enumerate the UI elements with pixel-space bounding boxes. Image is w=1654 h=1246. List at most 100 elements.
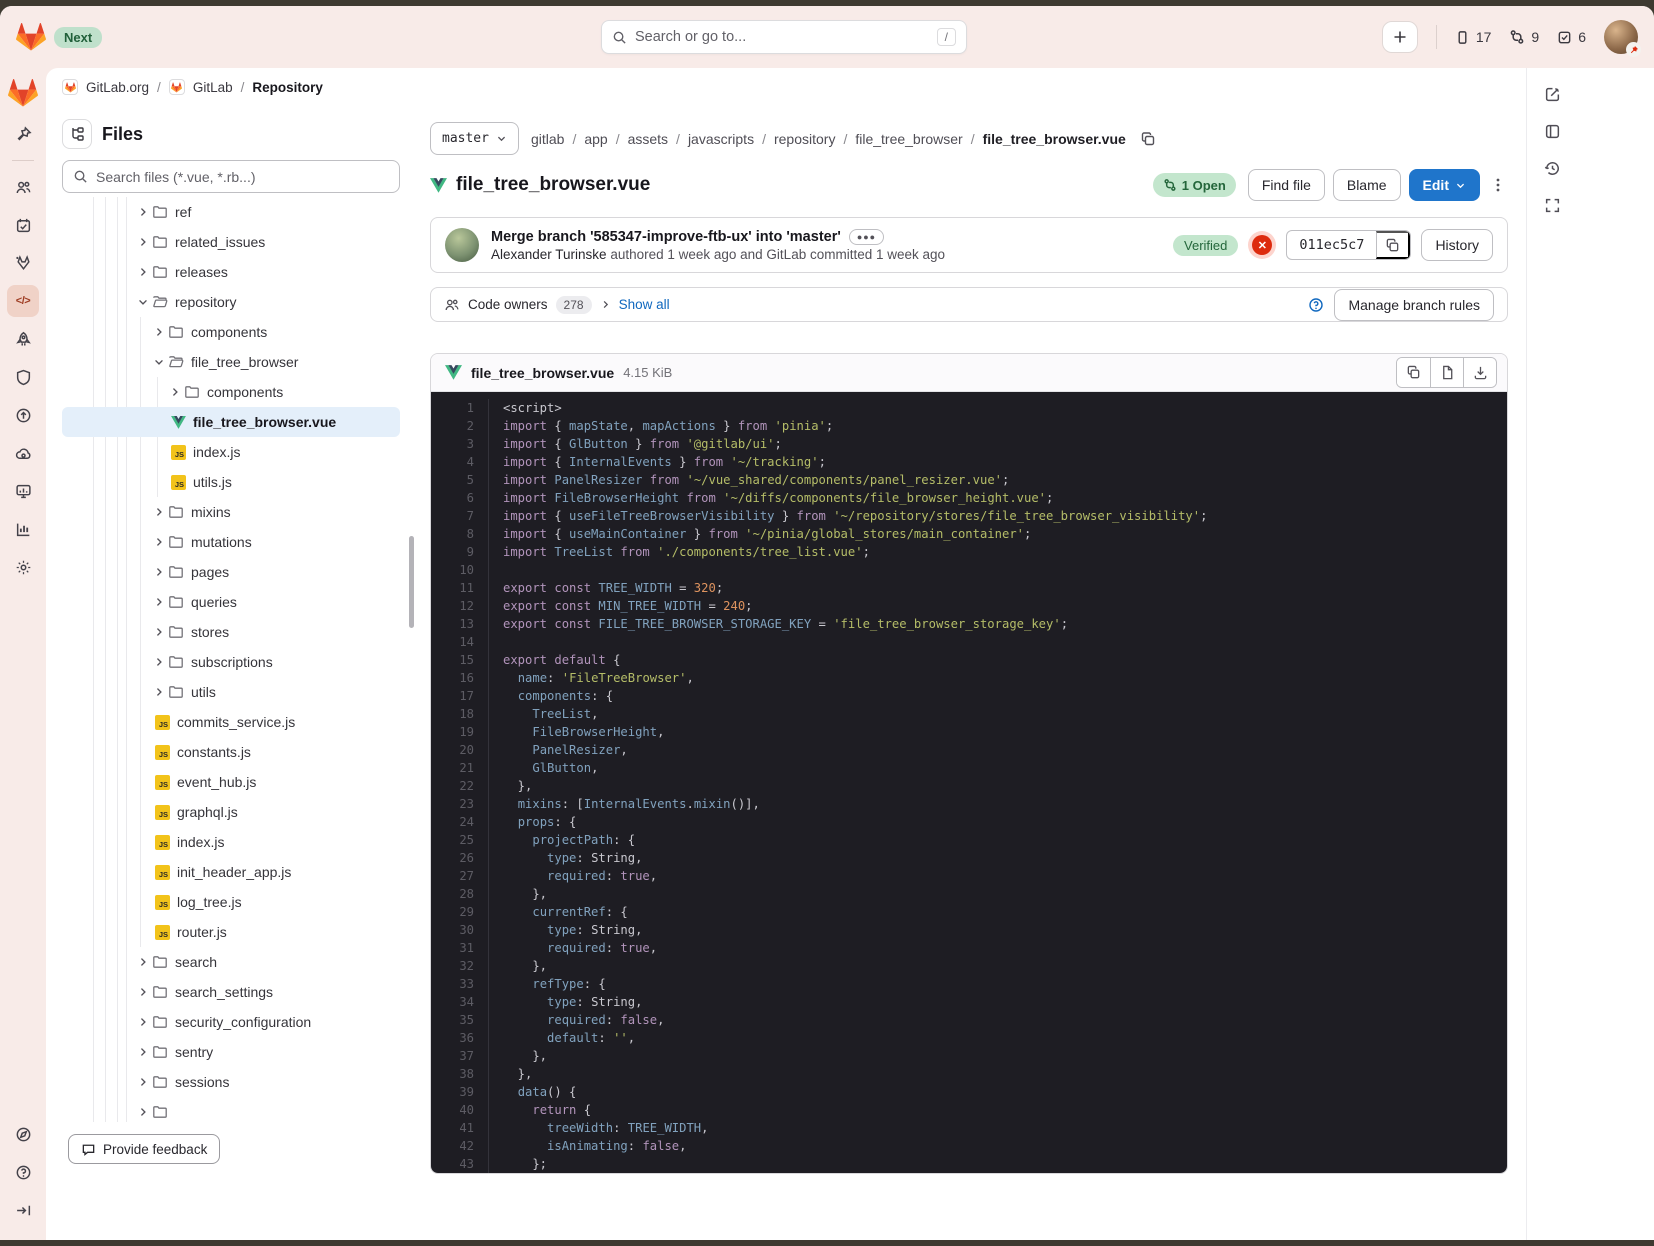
tree-item-repository[interactable]: repository: [62, 287, 400, 317]
tree-item-sentry[interactable]: sentry: [62, 1037, 400, 1067]
line-number[interactable]: 38: [431, 1065, 489, 1083]
blame-button[interactable]: Blame: [1333, 169, 1401, 201]
create-new-button[interactable]: [1382, 21, 1418, 53]
analyze-chart-icon[interactable]: [7, 513, 39, 545]
line-number[interactable]: 11: [431, 579, 489, 597]
plan-calendar-icon[interactable]: [7, 209, 39, 241]
line-number[interactable]: 36: [431, 1029, 489, 1047]
global-search-input[interactable]: [635, 29, 929, 45]
line-number[interactable]: 22: [431, 777, 489, 795]
tree-item-sessions[interactable]: sessions: [62, 1067, 400, 1097]
line-number[interactable]: 17: [431, 687, 489, 705]
line-number[interactable]: 34: [431, 993, 489, 1011]
line-number[interactable]: 1: [431, 399, 489, 417]
breadcrumb-item[interactable]: GitLab.org: [86, 80, 149, 95]
line-number[interactable]: 40: [431, 1101, 489, 1119]
breadcrumb-item[interactable]: GitLab: [193, 80, 233, 95]
help-question-icon[interactable]: [7, 1156, 39, 1188]
tree-item-mixins[interactable]: mixins: [62, 497, 400, 527]
tree-item-components[interactable]: components: [62, 317, 400, 347]
history-button[interactable]: History: [1421, 229, 1493, 261]
tree-item-related_issues[interactable]: related_issues: [62, 227, 400, 257]
find-file-button[interactable]: Find file: [1248, 169, 1325, 201]
line-number[interactable]: 29: [431, 903, 489, 921]
user-avatar[interactable]: [1604, 20, 1638, 54]
line-number[interactable]: 35: [431, 1011, 489, 1029]
tree-item-commits_service.js[interactable]: JScommits_service.js: [62, 707, 400, 737]
code-viewer[interactable]: 1<script>2import { mapState, mapActions …: [431, 392, 1507, 1173]
monitor-icon[interactable]: [7, 475, 39, 507]
compose-icon[interactable]: [1536, 78, 1568, 110]
issues-count[interactable]: 17: [1455, 29, 1492, 45]
line-number[interactable]: 27: [431, 867, 489, 885]
line-number[interactable]: 25: [431, 831, 489, 849]
tree-item-file_tree_browser[interactable]: file_tree_browser: [62, 347, 400, 377]
manage-branch-rules-button[interactable]: Manage branch rules: [1334, 289, 1494, 321]
line-number[interactable]: 24: [431, 813, 489, 831]
line-number[interactable]: 19: [431, 723, 489, 741]
download-button[interactable]: [1463, 358, 1496, 387]
copy-path-button[interactable]: [1138, 129, 1158, 149]
show-all-link[interactable]: Show all: [619, 297, 670, 312]
path-segment[interactable]: repository: [774, 131, 835, 147]
line-number[interactable]: 10: [431, 561, 489, 579]
path-segment[interactable]: gitlab: [531, 131, 564, 147]
path-segment[interactable]: assets: [628, 131, 668, 147]
line-number[interactable]: 28: [431, 885, 489, 903]
line-number[interactable]: 39: [431, 1083, 489, 1101]
tree-item-stores[interactable]: stores: [62, 617, 400, 647]
line-number[interactable]: 32: [431, 957, 489, 975]
tree-item-index.js[interactable]: JSindex.js: [62, 827, 400, 857]
tree-item-init_header_app.js[interactable]: JSinit_header_app.js: [62, 857, 400, 887]
tree-item-subscriptions[interactable]: subscriptions: [62, 647, 400, 677]
tree-item-graphql.js[interactable]: JSgraphql.js: [62, 797, 400, 827]
tree-item-search[interactable]: search: [62, 947, 400, 977]
build-rocket-icon[interactable]: [7, 323, 39, 355]
copy-file-contents-button[interactable]: [1397, 358, 1430, 387]
line-number[interactable]: 14: [431, 633, 489, 651]
line-number[interactable]: 13: [431, 615, 489, 633]
line-number[interactable]: 16: [431, 669, 489, 687]
tree-item-security_configuration[interactable]: security_configuration: [62, 1007, 400, 1037]
tree-item-index.js[interactable]: JSindex.js: [62, 437, 400, 467]
file-search-box[interactable]: [62, 160, 400, 193]
commit-description-toggle[interactable]: ●●●: [849, 229, 884, 245]
explore-compass-icon[interactable]: [7, 1118, 39, 1150]
tree-item-constants.js[interactable]: JSconstants.js: [62, 737, 400, 767]
line-number[interactable]: 3: [431, 435, 489, 453]
tree-item-event_hub.js[interactable]: JSevent_hub.js: [62, 767, 400, 797]
open-raw-button[interactable]: [1430, 358, 1463, 387]
tree-item-releases[interactable]: releases: [62, 257, 400, 287]
line-number[interactable]: 4: [431, 453, 489, 471]
line-number[interactable]: 26: [431, 849, 489, 867]
gitlab-logo-icon[interactable]: [16, 22, 46, 52]
operate-cloud-icon[interactable]: [7, 437, 39, 469]
line-number[interactable]: 37: [431, 1047, 489, 1065]
duo-chat-icon[interactable]: [7, 247, 39, 279]
tree-item-utils.js[interactable]: JSutils.js: [62, 467, 400, 497]
line-number[interactable]: 15: [431, 651, 489, 669]
edit-button[interactable]: Edit: [1409, 169, 1480, 201]
help-question-icon[interactable]: [1308, 297, 1324, 313]
pin-icon[interactable]: [7, 118, 39, 150]
line-number[interactable]: 42: [431, 1137, 489, 1155]
line-number[interactable]: 43: [431, 1155, 489, 1173]
tree-item-search_settings[interactable]: search_settings: [62, 977, 400, 1007]
more-actions-kebab-button[interactable]: [1488, 175, 1508, 195]
manage-users-icon[interactable]: [7, 171, 39, 203]
file-tree-toggle-button[interactable]: [62, 119, 92, 149]
gitlab-tanuki-icon[interactable]: [8, 78, 38, 108]
line-number[interactable]: 7: [431, 507, 489, 525]
panel-icon[interactable]: [1536, 115, 1568, 147]
verified-badge[interactable]: Verified: [1173, 235, 1238, 256]
path-segment[interactable]: file_tree_browser: [855, 131, 962, 147]
tree-item[interactable]: [62, 1097, 400, 1122]
settings-gear-icon[interactable]: [7, 551, 39, 583]
line-number[interactable]: 20: [431, 741, 489, 759]
line-number[interactable]: 2: [431, 417, 489, 435]
path-segment[interactable]: javascripts: [688, 131, 754, 147]
commit-author-avatar[interactable]: [445, 228, 479, 262]
breadcrumb-item[interactable]: Repository: [252, 80, 323, 95]
line-number[interactable]: 18: [431, 705, 489, 723]
merge-requests-count[interactable]: 9: [1509, 29, 1539, 45]
